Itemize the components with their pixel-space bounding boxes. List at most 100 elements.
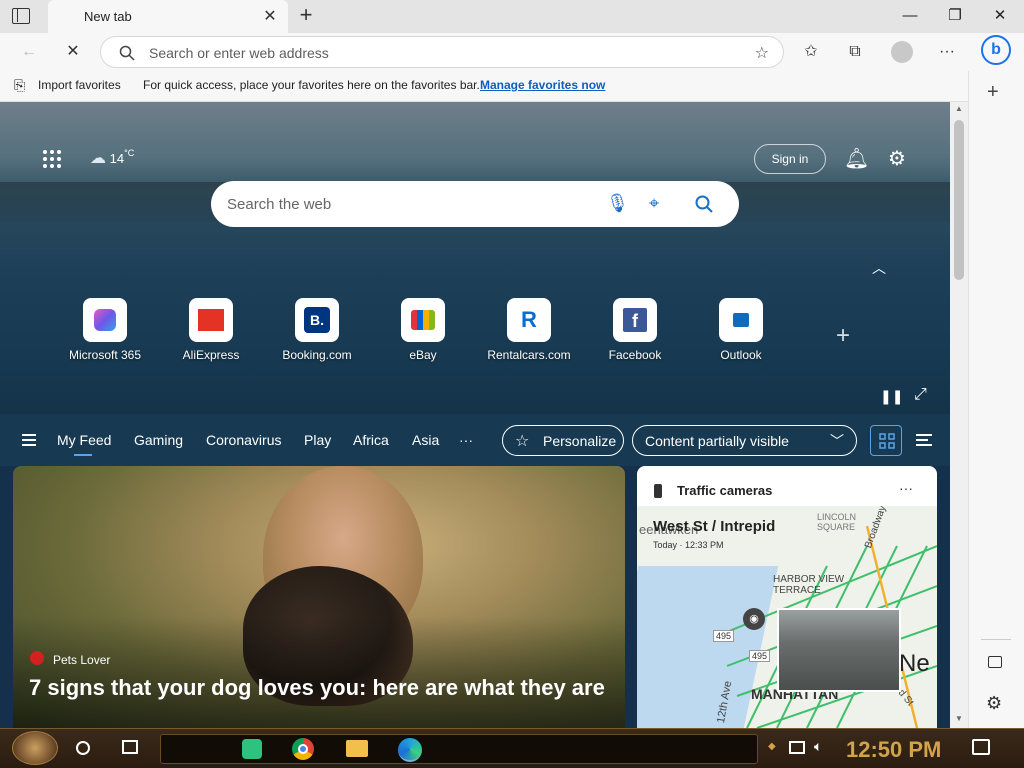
traffic-cameras-card[interactable]: Traffic cameras ··· eehawken LINCOLN SQU… xyxy=(637,466,937,728)
notification-center-icon[interactable] xyxy=(972,739,990,755)
tray-overflow-icon[interactable]: ◆ xyxy=(768,741,776,752)
bing-chat-icon[interactable]: b xyxy=(981,35,1011,65)
volume-muted-icon[interactable]: 🔈︎ xyxy=(814,738,822,755)
scroll-down-icon[interactable]: ▼ xyxy=(955,714,963,723)
page-scrollbar[interactable]: ▲ ▼ xyxy=(950,102,968,728)
list-layout-icon[interactable] xyxy=(916,434,932,446)
scrollbar-thumb[interactable] xyxy=(954,120,964,280)
microphone-icon[interactable]: 🎙︎ xyxy=(606,193,629,214)
cloud-icon: ☁ xyxy=(90,150,106,167)
taskbar-clock[interactable]: 12:50 PM xyxy=(846,737,941,763)
search-submit-icon[interactable] xyxy=(695,195,713,213)
add-sidebar-app-icon[interactable]: + xyxy=(987,81,999,104)
apps-grid-icon[interactable] xyxy=(42,149,62,169)
minimize-button[interactable]: — xyxy=(890,4,930,28)
tab-actions-icon[interactable] xyxy=(12,8,30,24)
article-headline[interactable]: 7 signs that your dog loves you: here ar… xyxy=(29,674,609,702)
quick-link-label: eBay xyxy=(409,348,437,362)
manage-favorites-link[interactable]: Manage favorites now xyxy=(480,78,605,92)
maximize-button[interactable]: ❐ xyxy=(935,4,975,28)
tab-title: New tab xyxy=(84,9,132,24)
add-quick-link-icon[interactable]: + xyxy=(836,322,850,350)
collapse-links-icon[interactable]: ︿ xyxy=(872,258,886,278)
address-bar[interactable]: Search or enter web address ☆ xyxy=(100,36,784,68)
stop-loading-icon[interactable]: ✕ xyxy=(60,39,86,65)
profile-avatar[interactable] xyxy=(891,41,913,63)
quick-link-label: Outlook xyxy=(720,348,762,362)
close-tab-icon[interactable]: ✕ xyxy=(260,6,280,26)
quick-link-label: Rentalcars.com xyxy=(487,348,571,362)
web-search-input[interactable]: Search the web xyxy=(227,196,331,213)
sign-in-button[interactable]: Sign in xyxy=(754,144,826,174)
collections-icon[interactable]: ⧉ xyxy=(842,39,868,65)
weather-widget[interactable]: ☁ 14°C xyxy=(90,148,134,168)
feed-more-button[interactable]: ··· xyxy=(459,432,473,448)
weather-temperature: 14 xyxy=(109,151,125,166)
sidebar-settings-icon[interactable]: ⚙ xyxy=(986,693,1002,714)
traffic-light-icon xyxy=(654,484,662,498)
quick-link-label: AliExpress xyxy=(182,348,240,362)
feed-tab-coronavirus[interactable]: Coronavirus xyxy=(206,432,281,448)
pause-background-icon[interactable]: ❚❚ xyxy=(880,388,903,405)
start-button[interactable] xyxy=(12,731,58,765)
feed-tab-asia[interactable]: Asia xyxy=(412,432,439,448)
feed-tab-gaming[interactable]: Gaming xyxy=(134,432,183,448)
new-tab-button[interactable]: + xyxy=(294,3,318,27)
page-settings-icon[interactable]: ⚙ xyxy=(888,146,906,171)
chrome-icon[interactable] xyxy=(292,738,314,760)
quick-link-aliexpress[interactable]: AliExpress xyxy=(156,298,266,362)
star-edit-icon: ☆ xyxy=(515,433,530,450)
add-favorite-icon[interactable]: ☆ xyxy=(755,43,769,63)
tab-strip: New tab ✕ + — ❐ ✕ xyxy=(0,0,1024,33)
camera-pin-icon[interactable]: ◉ xyxy=(743,608,765,630)
scroll-up-icon[interactable]: ▲ xyxy=(955,104,963,113)
tab-new-tab[interactable]: New tab ✕ xyxy=(48,0,288,33)
quick-link-microsoft-365[interactable]: Microsoft 365 xyxy=(50,298,160,362)
import-favorites-button[interactable]: Import favorites xyxy=(38,78,121,92)
feed-tab-my-feed[interactable]: My Feed xyxy=(57,432,111,448)
edge-taskbar-icon[interactable] xyxy=(398,738,422,762)
file-explorer-icon[interactable] xyxy=(346,740,368,757)
network-icon[interactable] xyxy=(789,741,805,754)
quick-link-ebay[interactable]: eBay xyxy=(368,298,478,362)
map-label: 495 xyxy=(749,650,771,662)
navigation-bar: ← ✕ Search or enter web address ☆ ✩ ⧉ ··… xyxy=(0,33,1024,71)
outlook-icon xyxy=(733,313,749,327)
favorites-icon[interactable]: ✩ xyxy=(798,39,824,65)
booking-icon: B. xyxy=(304,307,330,333)
grid-layout-button[interactable] xyxy=(870,425,902,456)
quick-link-label: Microsoft 365 xyxy=(68,348,142,362)
microsoft-365-icon xyxy=(94,309,116,331)
task-view-icon[interactable] xyxy=(122,740,138,754)
quick-link-rentalcars[interactable]: R Rentalcars.com xyxy=(474,298,584,362)
content-visibility-dropdown[interactable]: Content partially visible ﹀ xyxy=(632,425,857,456)
feed-tab-africa[interactable]: Africa xyxy=(353,432,389,448)
visual-search-icon[interactable]: ⌖ xyxy=(649,193,659,214)
map-label: HARBOR VIEW TERRACE xyxy=(773,574,845,596)
quick-link-outlook[interactable]: Outlook xyxy=(686,298,796,362)
hide-sidebar-icon[interactable] xyxy=(988,656,1002,668)
personalize-button[interactable]: ☆ Personalize xyxy=(502,425,624,456)
article-card[interactable]: Pets Lover 7 signs that your dog loves y… xyxy=(13,466,625,728)
notifications-icon[interactable]: 🔔︎ xyxy=(844,146,869,171)
expand-background-icon[interactable]: ⤢ xyxy=(914,386,927,404)
traffic-card-more-icon[interactable]: ··· xyxy=(899,480,913,496)
cortana-icon[interactable] xyxy=(76,741,90,755)
quick-link-booking[interactable]: B. Booking.com xyxy=(262,298,372,362)
web-search-box[interactable]: Search the web 🎙︎ ⌖ xyxy=(211,181,739,227)
back-icon[interactable]: ← xyxy=(16,39,42,65)
article-source: Pets Lover xyxy=(53,653,111,667)
traffic-time: Today · 12:33 PM xyxy=(653,540,724,550)
address-input[interactable]: Search or enter web address xyxy=(149,45,329,61)
import-icon[interactable]: ⎘ xyxy=(14,77,25,94)
source-logo-icon xyxy=(30,651,44,665)
more-menu-icon[interactable]: ··· xyxy=(934,39,960,65)
feed-menu-icon[interactable] xyxy=(22,434,36,446)
notes-app-icon[interactable] xyxy=(242,739,262,759)
new-tab-page: ☁ 14°C Sign in 🔔︎ ⚙ Search the web 🎙︎ ⌖ … xyxy=(0,102,968,728)
weather-unit: °C xyxy=(124,148,135,158)
camera-thumbnail[interactable] xyxy=(777,608,901,692)
close-window-button[interactable]: ✕ xyxy=(980,4,1020,28)
quick-link-facebook[interactable]: f Facebook xyxy=(580,298,690,362)
feed-tab-play[interactable]: Play xyxy=(304,432,331,448)
